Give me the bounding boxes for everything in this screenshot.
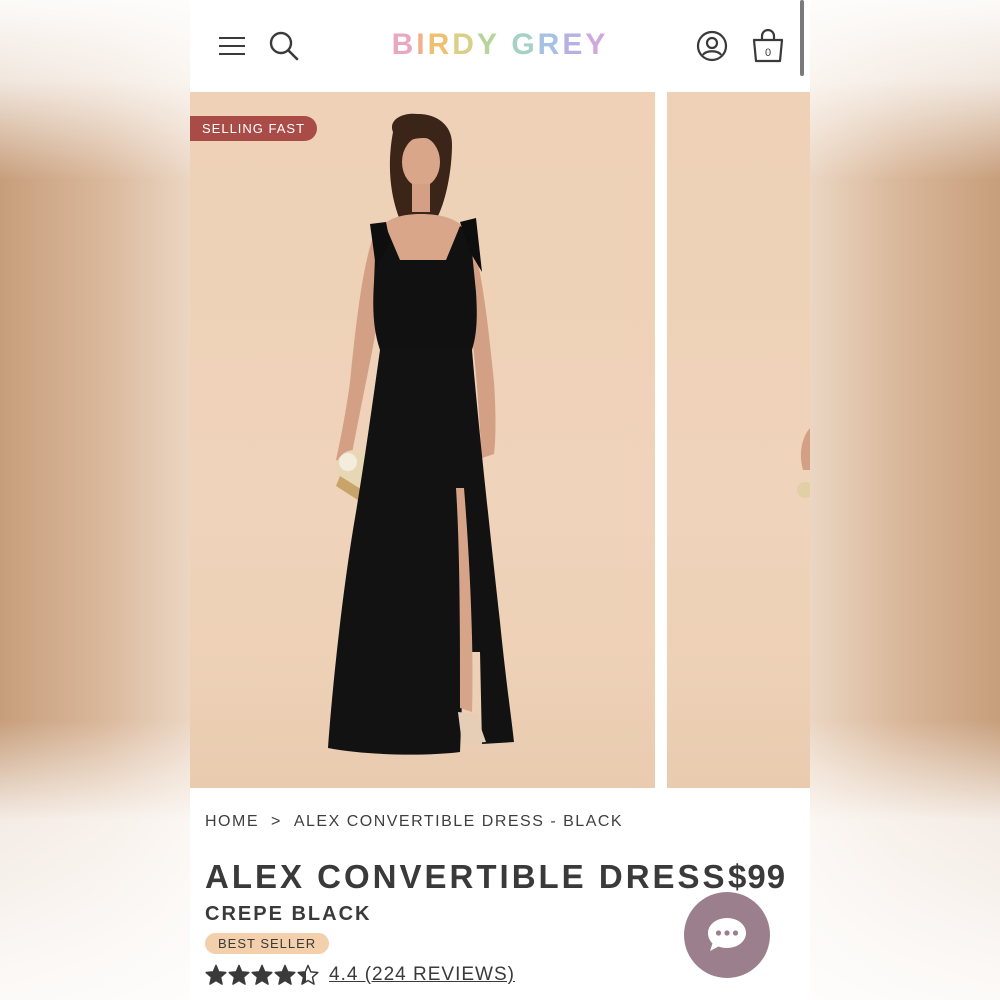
breadcrumb-home-link[interactable]: HOME	[205, 813, 259, 831]
product-price: $99	[728, 858, 787, 895]
logo-letter: R	[537, 28, 563, 61]
product-title: ALEX CONVERTIBLE DRESS	[205, 858, 728, 895]
star-icon	[251, 964, 273, 985]
product-color-name: CREPE BLACK	[205, 903, 372, 925]
mobile-page: BIRDY GREY 0 SELLING FAST HOME > ALEX CO…	[190, 0, 810, 1000]
logo-letter: Y	[585, 28, 609, 61]
cart-count: 0	[765, 47, 771, 59]
logo-letter: G	[511, 28, 538, 61]
logo-letter: D	[452, 28, 477, 61]
rating-stars	[205, 964, 319, 986]
product-rating[interactable]: 4.4 (224 REVIEWS)	[205, 964, 515, 986]
star-icon	[297, 964, 319, 985]
chat-button[interactable]	[684, 892, 770, 978]
reviews-link[interactable]: 4.4 (224 REVIEWS)	[329, 964, 515, 986]
best-seller-badge: BEST SELLER	[205, 933, 330, 954]
logo-letter: B	[391, 28, 417, 61]
star-icon	[228, 964, 250, 985]
site-header: BIRDY GREY 0	[190, 0, 810, 92]
product-image-main[interactable]: SELLING FAST	[190, 92, 655, 788]
logo-letter	[500, 28, 511, 62]
breadcrumb-separator: >	[271, 813, 282, 830]
logo-letter: I	[416, 28, 428, 61]
logo-letter: E	[562, 28, 586, 61]
breadcrumb-current: ALEX CONVERTIBLE DRESS - BLACK	[293, 813, 624, 830]
product-image-carousel[interactable]: SELLING FAST	[190, 92, 810, 788]
star-icon	[205, 964, 227, 985]
logo-letter: Y	[476, 28, 500, 61]
model-in-dress-image	[328, 113, 514, 755]
breadcrumb: HOME > ALEX CONVERTIBLE DRESS - BLACK	[205, 813, 623, 831]
star-icon	[274, 964, 296, 985]
account-icon[interactable]	[694, 28, 730, 64]
chat-bubble-icon	[708, 918, 746, 951]
product-image-next[interactable]	[667, 92, 810, 788]
shopping-bag-icon[interactable]: 0	[750, 28, 786, 64]
next-image-preview	[797, 428, 810, 498]
scrollbar[interactable]	[800, 0, 804, 76]
logo-letter: R	[427, 28, 453, 61]
selling-fast-badge: SELLING FAST	[190, 116, 318, 141]
